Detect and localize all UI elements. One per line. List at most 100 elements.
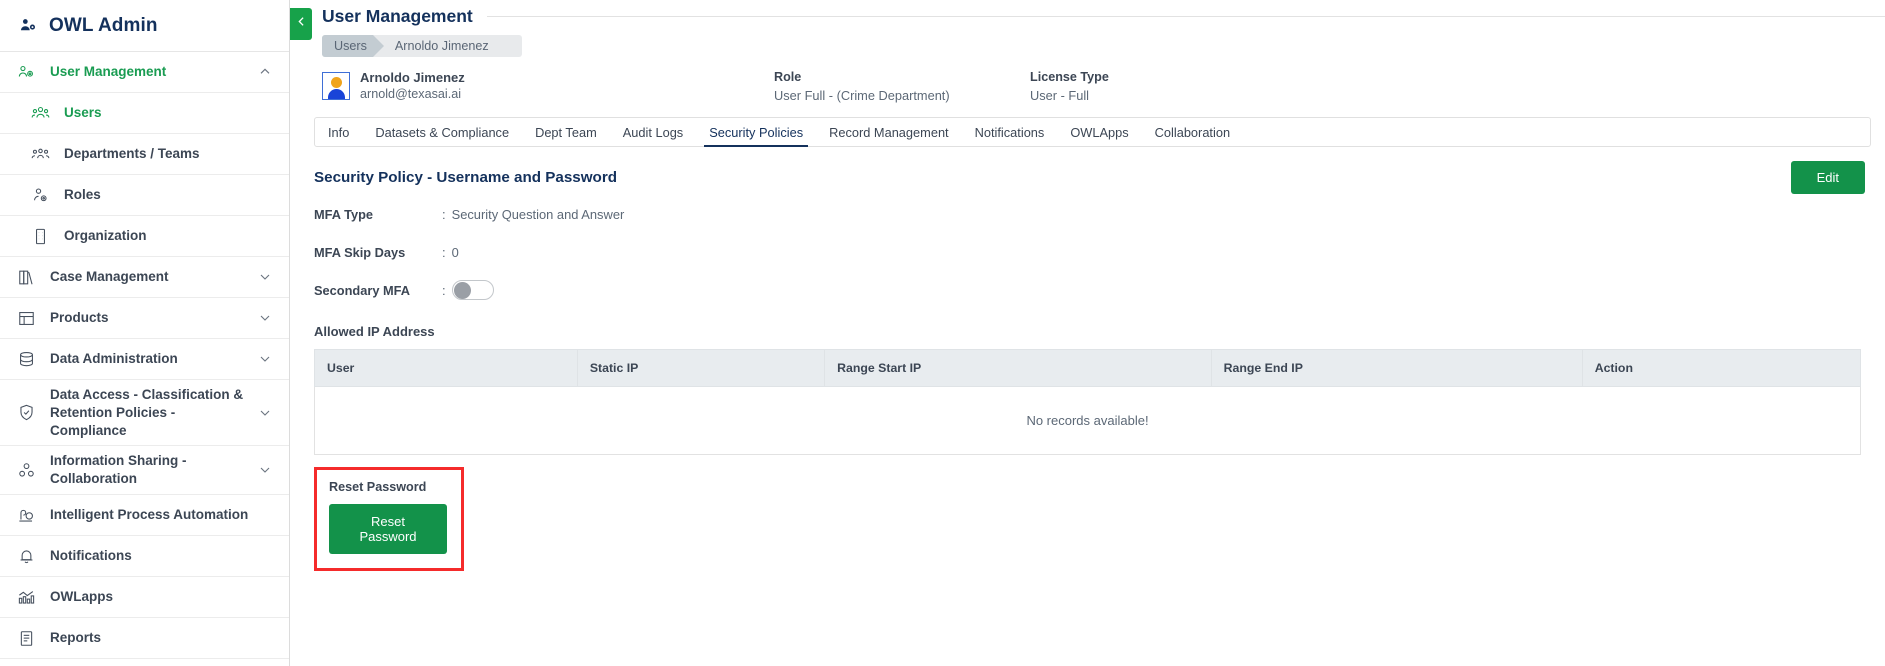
- sidebar-item-label: Intelligent Process Automation: [50, 507, 249, 523]
- chevron-down-icon[interactable]: [257, 462, 273, 478]
- sidebar-collapse-button[interactable]: [290, 8, 312, 40]
- reset-password-label: Reset Password: [329, 480, 427, 494]
- sidebar-item-label: Reports: [50, 630, 102, 646]
- column-header-action[interactable]: Action: [1581, 349, 1862, 387]
- sidebar-item-products[interactable]: Products: [0, 298, 289, 339]
- field-colon: :: [442, 244, 446, 260]
- sidebar-item-label: Departments / Teams: [64, 146, 200, 162]
- toggle-knob: [453, 282, 471, 299]
- sidebar-item-label: Roles: [64, 187, 101, 203]
- chevron-down-icon[interactable]: [257, 310, 273, 326]
- table-empty-row: No records available!: [314, 386, 1861, 455]
- column-header-static-ip[interactable]: Static IP: [576, 349, 826, 387]
- role-block: Role User Full - (Crime Department): [774, 69, 950, 105]
- field-secondary-mfa: Secondary MFA :: [314, 280, 1861, 300]
- tab-dept-team[interactable]: Dept Team: [522, 118, 610, 146]
- sidebar-item-roles[interactable]: Roles: [0, 175, 289, 216]
- sidebar-item-notifications[interactable]: Notifications: [0, 536, 289, 578]
- field-mfa-type: MFA Type : Security Question and Answer: [314, 204, 1861, 224]
- reset-password-button[interactable]: Reset Password: [329, 504, 447, 554]
- license-value: User - Full: [1030, 87, 1090, 103]
- sidebar-item-user-management[interactable]: User Management: [0, 52, 289, 93]
- tab-collaboration[interactable]: Collaboration: [1142, 118, 1243, 146]
- tab-datasets-compliance[interactable]: Datasets & Compliance: [362, 118, 522, 146]
- column-header-user[interactable]: User: [314, 349, 578, 387]
- avatar-head-icon: [330, 77, 342, 88]
- field-label: MFA Type: [314, 206, 374, 222]
- brand-header: OWL Admin: [0, 0, 289, 52]
- main-panel: User Management Users Arnoldo Jimenez Ar…: [290, 0, 1885, 666]
- layout-icon: [16, 308, 37, 329]
- breadcrumb: Users Arnoldo Jimenez: [322, 35, 522, 57]
- allowed-ip-table: User Static IP Range Start IP Range End …: [314, 349, 1862, 455]
- person-gear-icon: [30, 185, 51, 206]
- breadcrumb-item-users[interactable]: Users: [322, 35, 384, 57]
- sidebar-item-label: Products: [50, 310, 109, 326]
- role-label: Role: [774, 70, 802, 84]
- user-summary-strip: Arnoldo Jimenez arnold@texasai.ai Role U…: [322, 67, 1885, 105]
- page-title: User Management: [322, 6, 473, 26]
- edit-button[interactable]: Edit: [1790, 161, 1865, 194]
- tab-owlapps[interactable]: OWLApps: [1057, 118, 1141, 146]
- breadcrumb-item-current: Arnoldo Jimenez: [394, 39, 489, 53]
- sidebar-item-organization[interactable]: Organization: [0, 216, 289, 257]
- field-value: :: [442, 280, 494, 300]
- sidebar-item-label: OWLapps: [50, 589, 113, 605]
- field-colon: :: [442, 206, 446, 222]
- chevron-up-icon[interactable]: [257, 64, 273, 80]
- chevron-down-icon[interactable]: [257, 269, 273, 285]
- field-value: : Security Question and Answer: [442, 207, 624, 222]
- users-gear-icon: [18, 15, 39, 36]
- sidebar-item-case-management[interactable]: Case Management: [0, 257, 289, 298]
- column-header-range-end-ip[interactable]: Range End IP: [1210, 349, 1583, 387]
- sidebar-item-data-access-classification[interactable]: Data Access - Classification & Retention…: [0, 380, 289, 447]
- tab-record-management[interactable]: Record Management: [816, 118, 962, 146]
- sidebar-item-users[interactable]: Users: [0, 93, 289, 134]
- tab-bar: Info Datasets & Compliance Dept Team Aud…: [314, 117, 1871, 147]
- table-body: No records available!: [314, 386, 1861, 455]
- bell-icon: [16, 546, 37, 567]
- allowed-ip-heading: Allowed IP Address: [314, 324, 435, 339]
- sidebar-item-label: Data Access - Classification & Retention…: [50, 387, 244, 438]
- title-divider: [486, 16, 1885, 17]
- section-title: Security Policy - Username and Password: [314, 169, 618, 186]
- field-label: MFA Skip Days: [314, 244, 406, 260]
- license-block: License Type User - Full: [1030, 69, 1109, 105]
- chevron-left-icon: [295, 15, 308, 33]
- sidebar: OWL Admin User Management Users Departme…: [0, 0, 290, 666]
- sidebar-item-departments-teams[interactable]: Departments / Teams: [0, 134, 289, 175]
- app-root: OWL Admin User Management Users Departme…: [0, 0, 1885, 666]
- field-colon: :: [442, 282, 446, 298]
- tab-audit-logs[interactable]: Audit Logs: [610, 118, 696, 146]
- field-text: Security Question and Answer: [451, 206, 625, 222]
- sidebar-item-data-administration[interactable]: Data Administration: [0, 339, 289, 380]
- column-header-range-start-ip[interactable]: Range Start IP: [824, 349, 1212, 387]
- empty-message: No records available!: [314, 386, 1861, 455]
- automation-icon: [16, 505, 37, 526]
- chevron-down-icon[interactable]: [257, 351, 273, 367]
- books-icon: [16, 267, 37, 288]
- avatar: [322, 72, 350, 100]
- reset-password-section: Reset Password Reset Password: [314, 467, 464, 571]
- tab-notifications[interactable]: Notifications: [962, 118, 1058, 146]
- sidebar-item-reports[interactable]: Reports: [0, 618, 289, 660]
- sidebar-item-label: Users: [64, 105, 102, 121]
- building-icon: [30, 226, 51, 247]
- sidebar-item-label: Case Management: [50, 269, 169, 285]
- shield-check-icon: [16, 402, 37, 423]
- tab-security-policies[interactable]: Security Policies: [696, 118, 816, 147]
- secondary-mfa-toggle[interactable]: [451, 280, 494, 300]
- chevron-down-icon[interactable]: [257, 405, 273, 421]
- report-document-icon: [16, 628, 37, 649]
- sidebar-item-label: User Management: [50, 64, 167, 80]
- sidebar-item-label: Data Administration: [50, 351, 178, 367]
- sidebar-item-intelligent-process-automation[interactable]: Intelligent Process Automation: [0, 495, 289, 537]
- license-label: License Type: [1030, 70, 1109, 84]
- chart-apps-icon: [16, 587, 37, 608]
- sidebar-item-owlapps[interactable]: OWLapps: [0, 577, 289, 619]
- sidebar-item-information-sharing[interactable]: Information Sharing - Collaboration: [0, 446, 289, 496]
- brand-title: OWL Admin: [49, 14, 158, 36]
- tab-info[interactable]: Info: [315, 118, 362, 146]
- field-value: : 0: [442, 245, 459, 260]
- users-icon: [30, 103, 51, 124]
